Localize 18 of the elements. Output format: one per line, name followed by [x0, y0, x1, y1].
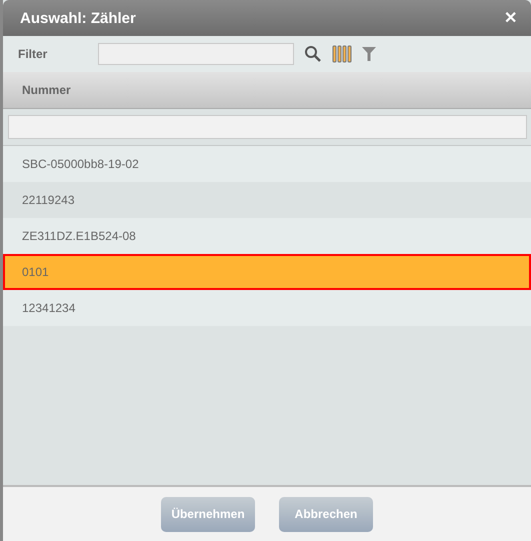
- table-cell: 22119243: [22, 193, 74, 207]
- columns-icon[interactable]: [332, 45, 352, 63]
- filter-field[interactable]: [98, 43, 294, 65]
- table-cell: 12341234: [22, 301, 76, 315]
- table-row[interactable]: SBC-05000bb8-19-02: [3, 146, 531, 182]
- table-cell: 0101: [22, 265, 49, 279]
- table-cell: SBC-05000bb8-19-02: [22, 157, 139, 171]
- table-row[interactable]: 0101: [3, 254, 531, 290]
- filter-label: Filter: [18, 47, 48, 61]
- filter-icon[interactable]: [362, 46, 376, 62]
- table-row[interactable]: 12341234: [3, 290, 531, 326]
- search-icon[interactable]: [304, 45, 322, 63]
- column-header[interactable]: Nummer: [3, 83, 71, 97]
- table-cell: ZE311DZ.E1B524-08: [22, 229, 136, 243]
- column-filter-field[interactable]: [8, 115, 527, 139]
- close-button[interactable]: ✕: [504, 8, 517, 28]
- window-title: Auswahl: Zähler: [20, 10, 136, 26]
- table-row[interactable]: ZE311DZ.E1B524-08: [3, 218, 531, 254]
